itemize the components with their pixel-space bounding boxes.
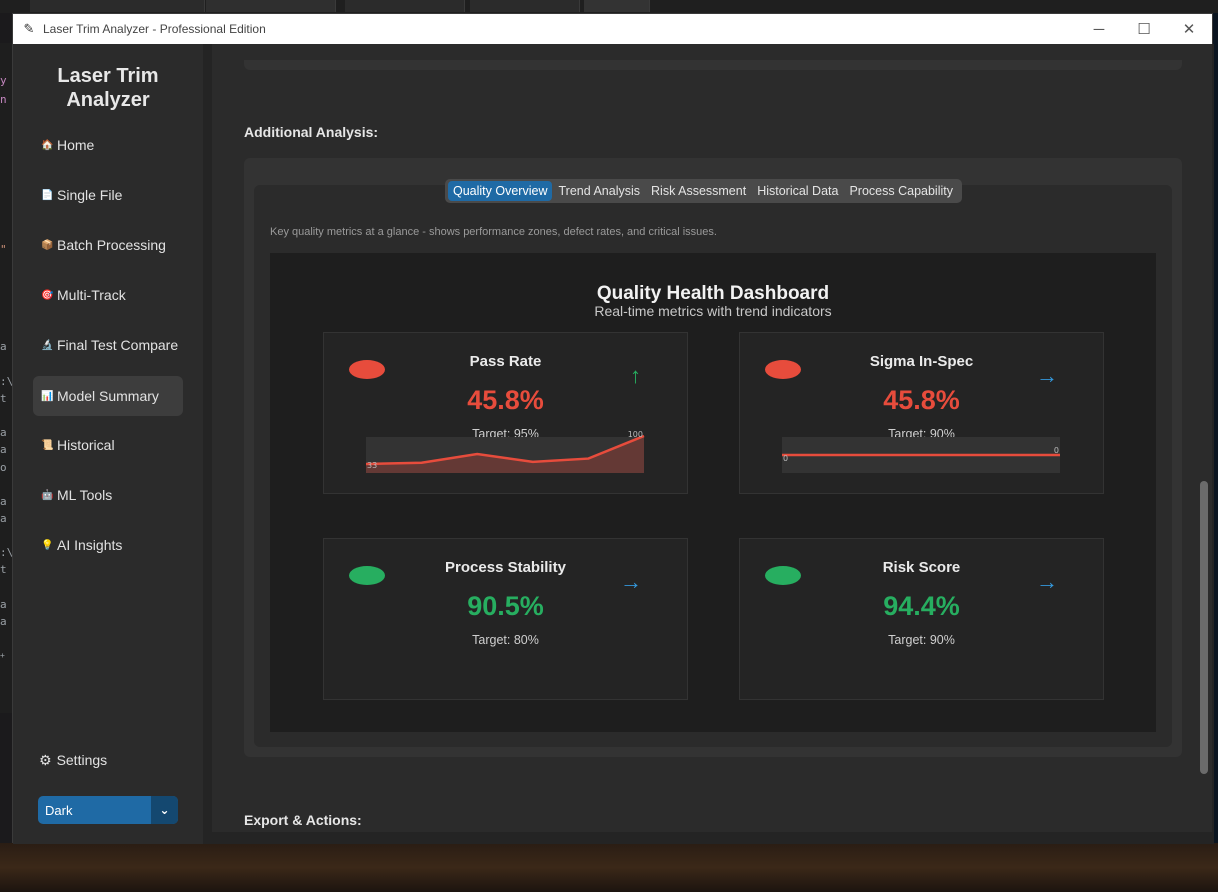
sidebar-item-label: AI Insights [57, 537, 123, 553]
tab-risk-assessment[interactable]: Risk Assessment [646, 181, 751, 201]
sidebar: Laser Trim Analyzer 🏠 Home 📄 Single File… [13, 44, 203, 844]
logo-line-1: Laser Trim [57, 65, 159, 87]
chart-icon: 📊 [41, 390, 54, 402]
trend-arrow-icon: ↑ [630, 363, 641, 388]
dashboard-subtitle: Real-time metrics with trend indicators [594, 303, 832, 319]
sidebar-item-label: Final Test Compare [57, 337, 179, 353]
metric-value: 90.5% [467, 591, 544, 621]
sidebar-item-ml-tools[interactable]: 🤖 ML Tools [33, 475, 183, 515]
maximize-button[interactable]: ☐ [1121, 14, 1167, 44]
minimize-button[interactable]: ─ [1076, 14, 1122, 44]
additional-analysis-title: Additional Analysis: [244, 124, 379, 140]
background-desktop-wallpaper [0, 843, 1218, 892]
feather-icon: ✎ [23, 21, 35, 36]
vertical-scrollbar[interactable] [1200, 481, 1208, 774]
sidebar-item-label: Model Summary [57, 388, 159, 404]
sparkline-max-label: 0 [1054, 446, 1059, 455]
title-bar[interactable]: ✎ Laser Trim Analyzer - Professional Edi… [13, 14, 1212, 44]
sidebar-item-single-file[interactable]: 📄 Single File [33, 175, 183, 215]
quality-health-dashboard: Quality Health Dashboard Real-time metri… [270, 253, 1156, 732]
main-content: Additional Analysis: Quality Overview Tr… [203, 44, 1214, 844]
metric-value: 94.4% [883, 591, 960, 621]
scroll-icon: 📜 [41, 439, 54, 451]
document-icon: 📄 [41, 189, 54, 201]
trend-arrow-icon: → [1036, 363, 1058, 388]
metric-card-process-stability: Process Stability 90.5% Target: 80% → [323, 538, 688, 700]
sidebar-item-ai-insights[interactable]: 💡 AI Insights [33, 525, 183, 565]
metric-target: Target: 80% [472, 633, 539, 647]
lightbulb-icon: 💡 [41, 539, 54, 551]
logo-line-2: Analyzer [66, 89, 150, 111]
export-actions-title: Export & Actions: [244, 812, 362, 828]
tab-bar: Quality Overview Trend Analysis Risk Ass… [445, 179, 962, 203]
trend-arrow-icon: → [620, 569, 642, 594]
sidebar-item-final-test-compare[interactable]: 🔬 Final Test Compare [33, 325, 183, 365]
sidebar-item-label: Batch Processing [57, 237, 166, 253]
settings-button[interactable]: ⚙ Settings [39, 750, 107, 770]
sidebar-item-multi-track[interactable]: 🎯 Multi-Track [33, 275, 183, 315]
sidebar-item-label: ML Tools [57, 487, 113, 503]
sidebar-item-label: Home [57, 137, 95, 153]
sidebar-item-model-summary[interactable]: 📊 Model Summary [33, 376, 183, 416]
sparkline-min-label: 0 [783, 454, 788, 463]
trend-arrow-icon: → [1036, 569, 1058, 594]
sparkline-min-label: 33 [367, 461, 377, 470]
app-logo: Laser Trim Analyzer [13, 64, 203, 112]
tab-quality-overview[interactable]: Quality Overview [448, 181, 553, 201]
sparkline: 00 [782, 437, 1060, 473]
target-icon: 🎯 [41, 289, 54, 301]
sparkline-max-label: 100 [628, 430, 643, 439]
tab-description: Key quality metrics at a glance - shows … [270, 226, 717, 238]
theme-dropdown[interactable]: Dark ⌄ [38, 796, 178, 824]
sidebar-item-historical[interactable]: 📜 Historical [33, 425, 183, 465]
dashboard-title: Quality Health Dashboard [596, 283, 830, 304]
close-button[interactable]: ✕ [1166, 14, 1212, 44]
tab-process-capability[interactable]: Process Capability [844, 181, 958, 201]
metric-value: 45.8% [883, 385, 960, 415]
robot-icon: 🤖 [41, 489, 54, 501]
background-editor-strip: y n " a :\ t a a o a a :\ t a a + [0, 43, 13, 713]
gear-icon: ⚙ [39, 751, 52, 768]
metric-card-pass-rate: Pass Rate 45.8% Target: 95% ↑ 33 100 [323, 332, 688, 494]
microscope-icon: 🔬 [41, 339, 54, 351]
sparkline: 33 100 [365, 430, 645, 473]
metric-card-sigma-in-spec: Sigma In-Spec 45.8% Target: 90% → 00 [739, 332, 1104, 494]
metric-value: 45.8% [467, 385, 544, 415]
window-title: Laser Trim Analyzer - Professional Editi… [43, 22, 266, 36]
metric-target: Target: 90% [888, 633, 955, 647]
background-taskbar-strip [0, 0, 1218, 13]
sidebar-item-batch-processing[interactable]: 📦 Batch Processing [33, 225, 183, 265]
tab-historical-data[interactable]: Historical Data [752, 181, 843, 201]
sidebar-item-home[interactable]: 🏠 Home [33, 125, 183, 165]
theme-dropdown-value: Dark [45, 802, 73, 818]
sidebar-item-label: Historical [57, 437, 115, 453]
home-icon: 🏠 [41, 139, 54, 151]
tabview: Quality Overview Trend Analysis Risk Ass… [254, 179, 1172, 747]
sidebar-item-label: Single File [57, 187, 123, 203]
package-icon: 📦 [41, 239, 54, 251]
additional-analysis-panel: Quality Overview Trend Analysis Risk Ass… [244, 158, 1182, 757]
sidebar-item-label: Multi-Track [57, 287, 126, 303]
chevron-down-icon[interactable]: ⌄ [151, 796, 178, 824]
tab-trend-analysis[interactable]: Trend Analysis [553, 181, 645, 201]
previous-section-bottom [244, 60, 1182, 70]
scrollable-content: Additional Analysis: Quality Overview Tr… [212, 44, 1212, 832]
settings-label: Settings [56, 752, 108, 768]
app-window: ✎ Laser Trim Analyzer - Professional Edi… [12, 13, 1214, 844]
metric-card-risk-score: Risk Score 94.4% Target: 90% → [739, 538, 1104, 700]
